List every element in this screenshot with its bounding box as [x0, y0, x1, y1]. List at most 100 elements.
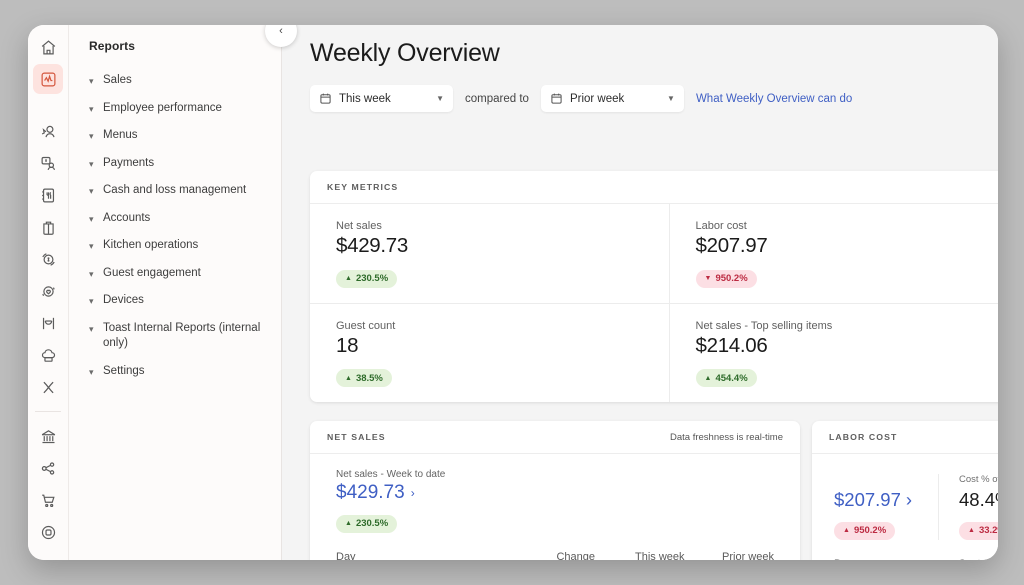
main-content: Weekly Overview This week ▼ compared to …: [282, 25, 998, 560]
takeout-bag-icon[interactable]: [33, 212, 63, 242]
net-sales-metric-value[interactable]: $429.73 ›: [336, 482, 800, 504]
arrow-up-icon: ▲: [705, 375, 712, 382]
status-badge: ▲ 38.5%: [336, 369, 392, 387]
info-link[interactable]: What Weekly Overview can do: [696, 93, 852, 105]
home-icon[interactable]: [33, 32, 63, 62]
status-badge: ▲ 950.2%: [834, 522, 895, 540]
sidebar-item-employee-performance[interactable]: ▾ Employee performance: [69, 95, 281, 123]
key-metrics-card-header: Key metrics: [310, 171, 998, 204]
chevron-right-icon: ›: [906, 489, 912, 511]
chevron-down-icon: ▾: [89, 102, 103, 116]
sidebar-item-devices[interactable]: ▾ Devices: [69, 287, 281, 315]
labor-cost-amount-block: $207.97 › ▲ 950.2%: [812, 474, 938, 540]
icon-rail: [28, 25, 69, 560]
arrow-up-icon: ▲: [345, 375, 352, 382]
chevron-down-icon: ▼: [436, 94, 444, 103]
key-metrics-grid: Net sales $429.73 ▲ 230.5% Guest count 1…: [310, 204, 998, 402]
net-sales-amount: $429.73: [336, 482, 405, 504]
sidebar-item-guest-engagement[interactable]: ▾ Guest engagement: [69, 260, 281, 288]
net-sales-card-header: Net sales Data freshness is real-time: [310, 421, 800, 454]
metric-label: Guest count: [336, 320, 669, 332]
chevron-right-icon: ›: [411, 486, 415, 500]
reports-icon[interactable]: [33, 64, 63, 94]
cost-percent-block: Cost % of Sales 48.4% ▲ 33.2%: [938, 474, 998, 540]
key-metrics-column-left: Net sales $429.73 ▲ 230.5% Guest count 1…: [310, 204, 669, 402]
net-sales-body: Net sales - Week to date $429.73 › ▲ 230…: [310, 454, 800, 533]
metric-value: $429.73: [336, 234, 669, 258]
rail-divider: [35, 411, 61, 412]
net-sales-metric-label: Net sales - Week to date: [336, 469, 800, 480]
sidebar-item-label: Cash and loss management: [103, 183, 267, 199]
card-title: Labor cost: [829, 432, 897, 442]
sidebar-item-payments[interactable]: ▾ Payments: [69, 150, 281, 178]
column-header-day: Day: [812, 558, 938, 561]
badge-value: 230.5%: [356, 518, 388, 529]
sidebar-item-toast-internal-reports[interactable]: ▾ Toast Internal Reports (internal only): [69, 315, 281, 358]
chevron-down-icon: ▾: [89, 294, 103, 308]
period-select-value: This week: [339, 93, 428, 105]
column-header-this-week: This week: [595, 551, 684, 561]
calendar-icon: [550, 92, 563, 105]
card-title: Key metrics: [327, 182, 398, 192]
badge-value: 454.4%: [715, 373, 747, 384]
metric-value: $207.97: [696, 234, 999, 258]
metric-net-sales[interactable]: Net sales $429.73 ▲ 230.5%: [310, 204, 669, 304]
front-of-house-icon[interactable]: [33, 308, 63, 338]
badge-value: 38.5%: [356, 373, 383, 384]
metric-labor-cost[interactable]: Labor cost $207.97 ▼ 950.2%: [670, 204, 999, 304]
sidebar-item-cash-and-loss-management[interactable]: ▾ Cash and loss management: [69, 177, 281, 205]
chevron-left-icon: ‹: [279, 25, 283, 37]
column-header-prior-week: Prior week: [685, 551, 774, 561]
sidebar-item-menus[interactable]: ▾ Menus: [69, 122, 281, 150]
arrow-up-icon: ▲: [345, 520, 352, 527]
account-icon[interactable]: [33, 517, 63, 547]
sidebar-item-label: Kitchen operations: [103, 238, 267, 254]
labor-cost-card-header: Labor cost: [812, 421, 998, 454]
sidebar-item-label: Settings: [103, 364, 267, 380]
payroll-icon[interactable]: [33, 148, 63, 178]
badge-value: 950.2%: [854, 525, 886, 536]
labor-cost-card: Labor cost $207.97 › ▲ 950.2% Cost % of …: [812, 421, 998, 560]
chevron-down-icon: ▼: [667, 94, 675, 103]
compared-to-label: compared to: [465, 93, 529, 105]
metric-label: Net sales: [336, 220, 669, 232]
metric-label: Net sales - Top selling items: [696, 320, 999, 332]
kitchen-icon[interactable]: [33, 340, 63, 370]
sidebar-item-kitchen-operations[interactable]: ▾ Kitchen operations: [69, 232, 281, 260]
chevron-down-icon: ▾: [89, 365, 103, 379]
app-window: ‹ Reports ▾ Sales ▾ Employee performance…: [28, 25, 998, 560]
labor-cost-amount: $207.97: [834, 489, 901, 511]
sidebar-item-label: Toast Internal Reports (internal only): [103, 321, 267, 352]
sidebar-item-accounts[interactable]: ▾ Accounts: [69, 205, 281, 233]
period-select[interactable]: This week ▼: [310, 85, 453, 112]
reports-sidebar: ‹ Reports ▾ Sales ▾ Employee performance…: [69, 25, 282, 560]
cost-percent-value: 48.4%: [959, 489, 998, 511]
column-header-change: Change: [501, 551, 595, 561]
chevron-down-icon: ▾: [89, 157, 103, 171]
bank-icon[interactable]: [33, 421, 63, 451]
status-badge: ▲ 454.4%: [696, 369, 757, 387]
sidebar-item-settings[interactable]: ▾ Settings: [69, 358, 281, 386]
labor-cost-body: $207.97 › ▲ 950.2% Cost % of Sales 48.4%…: [812, 454, 998, 540]
column-header-cost-percent: Cost %: [938, 558, 998, 561]
sidebar-item-sales[interactable]: ▾ Sales: [69, 67, 281, 95]
menus-icon[interactable]: [33, 180, 63, 210]
net-sales-table-header: Day Change This week Prior week: [310, 533, 800, 561]
sidebar-item-label: Devices: [103, 293, 267, 309]
integrations-icon[interactable]: [33, 453, 63, 483]
metric-guest-count[interactable]: Guest count 18 ▲ 38.5%: [310, 304, 669, 403]
metric-top-selling-items[interactable]: Net sales - Top selling items $214.06 ▲ …: [670, 304, 999, 403]
labor-cost-metric-value[interactable]: $207.97 ›: [834, 489, 938, 511]
payments-icon[interactable]: [33, 244, 63, 274]
employees-icon[interactable]: [33, 116, 63, 146]
guest-loyalty-icon[interactable]: [33, 276, 63, 306]
comparison-select[interactable]: Prior week ▼: [541, 85, 684, 112]
labor-cost-table-header: Day Cost %: [812, 540, 998, 561]
labor-cost-spacer: [834, 474, 938, 487]
key-metrics-column-right: Labor cost $207.97 ▼ 950.2% Net sales - …: [669, 204, 999, 402]
sidebar-item-label: Menus: [103, 128, 267, 144]
chevron-down-icon: ▾: [89, 74, 103, 88]
toast-x-icon[interactable]: [33, 372, 63, 402]
shop-cart-icon[interactable]: [33, 485, 63, 515]
sidebar-item-label: Accounts: [103, 211, 267, 227]
